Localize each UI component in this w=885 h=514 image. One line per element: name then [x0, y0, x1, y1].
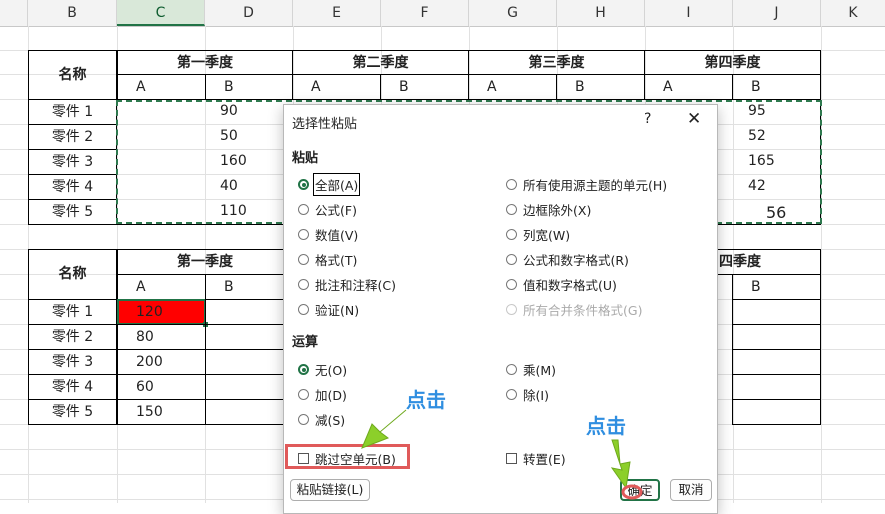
green-arrow-icon [610, 439, 631, 490]
green-arrow-icon [361, 409, 407, 449]
annotation-arrows [361, 409, 643, 500]
red-circle-icon [621, 484, 643, 500]
